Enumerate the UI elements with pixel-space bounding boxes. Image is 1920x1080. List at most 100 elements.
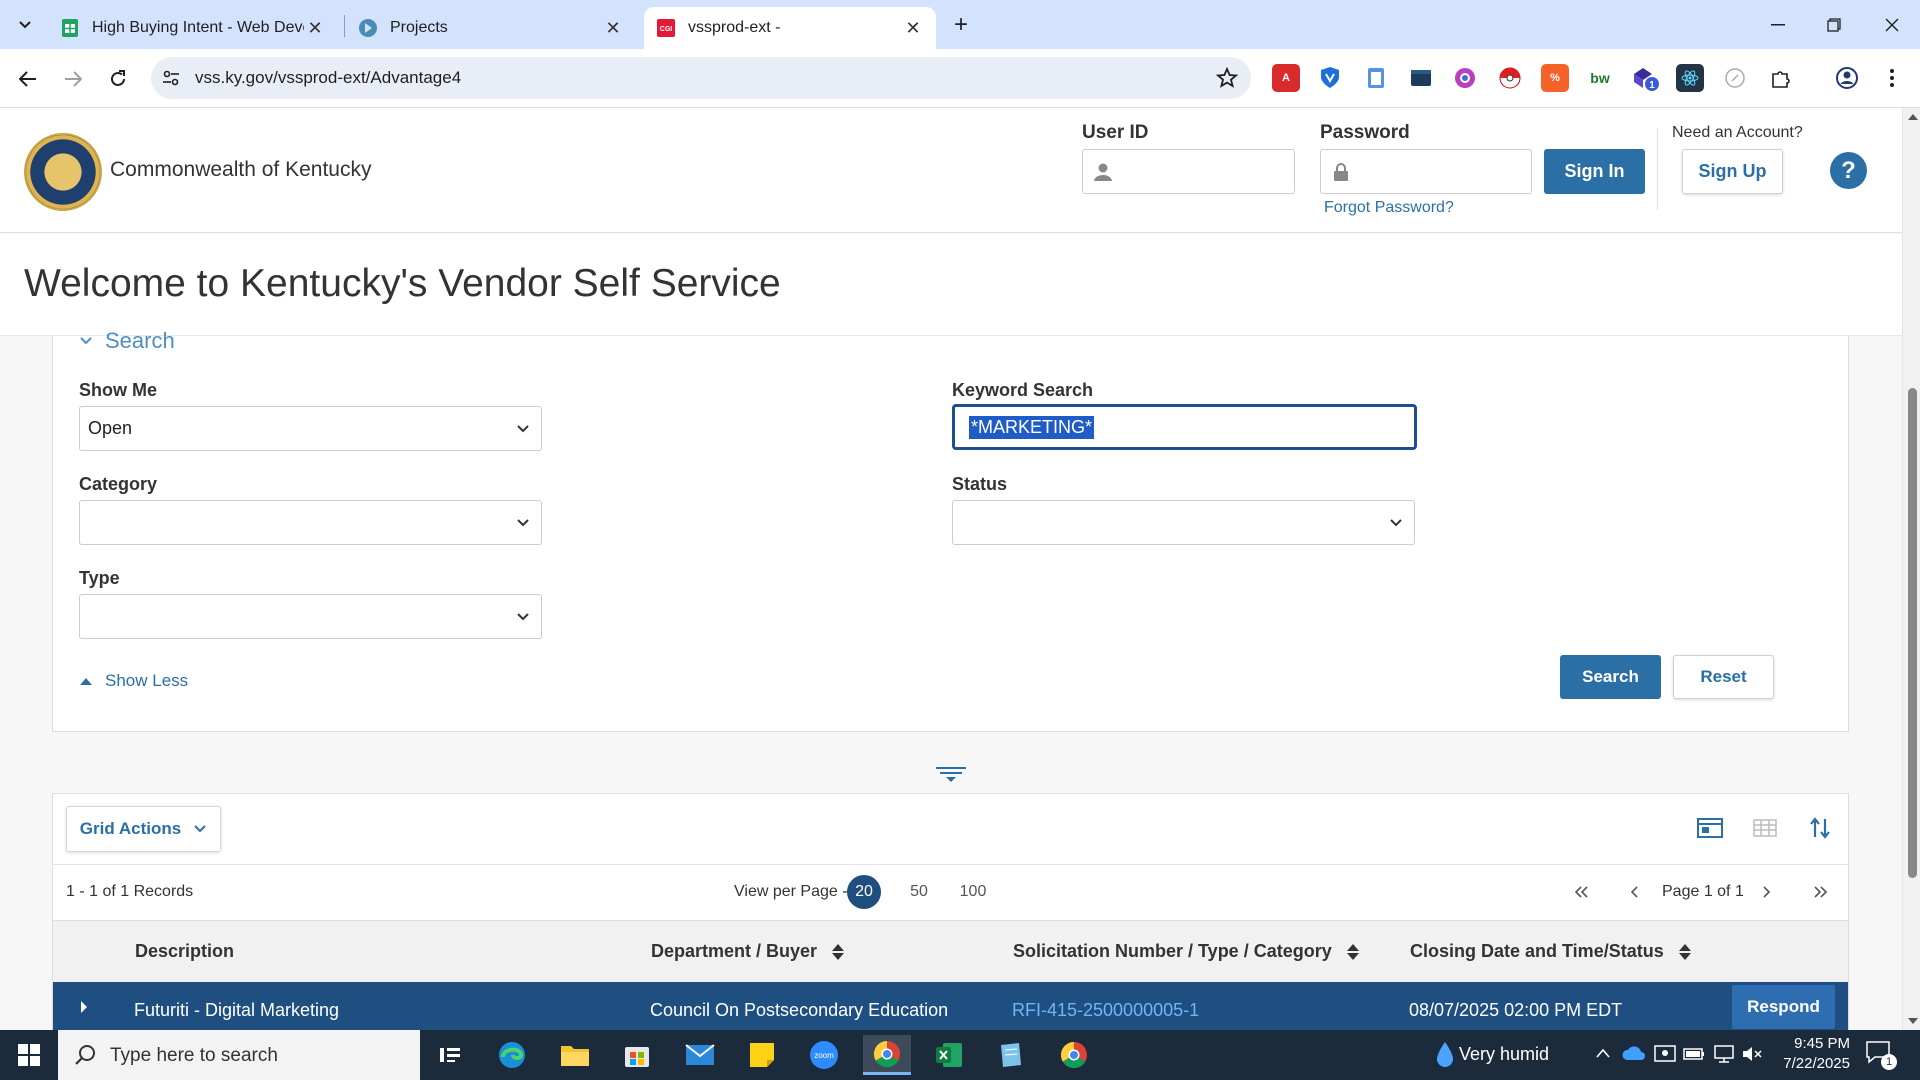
chevron-up-icon[interactable] xyxy=(1595,1047,1611,1059)
page-size-20[interactable]: 20 xyxy=(847,875,881,909)
search-panel: Search Show Me Open Keyword Search *MARK… xyxy=(52,328,1849,732)
respond-button[interactable]: Respond xyxy=(1732,985,1835,1029)
close-tab-icon[interactable]: ✕ xyxy=(602,17,624,39)
notepad-app[interactable] xyxy=(987,1035,1035,1075)
column-header-closing-date[interactable]: Closing Date and Time/Status xyxy=(1410,941,1692,962)
show-less-link[interactable]: Show Less xyxy=(79,671,188,691)
reload-button[interactable] xyxy=(102,63,134,95)
scroll-up-icon[interactable] xyxy=(1908,114,1918,120)
column-header-department[interactable]: Department / Buyer xyxy=(651,941,845,962)
column-header-description[interactable]: Description xyxy=(135,941,234,962)
next-page-button[interactable] xyxy=(1755,881,1777,903)
tab-search-button[interactable] xyxy=(9,11,41,39)
notification-center-button[interactable]: 1 xyxy=(1865,1040,1897,1070)
acrobat-icon[interactable]: A xyxy=(1272,64,1300,92)
row-solicitation-link[interactable]: RFI-415-2500000005-1 xyxy=(1012,1000,1199,1021)
scrollbar-thumb[interactable] xyxy=(1908,388,1917,878)
scroll-down-icon[interactable] xyxy=(1908,1018,1918,1024)
last-page-button[interactable] xyxy=(1810,881,1832,903)
close-tab-icon[interactable]: ✕ xyxy=(304,17,326,39)
status-select[interactable] xyxy=(952,500,1415,545)
edge-app[interactable] xyxy=(488,1035,536,1075)
chevron-down-icon xyxy=(517,613,529,621)
excel-app[interactable] xyxy=(925,1035,973,1075)
tab-projects[interactable]: Projects ✕ xyxy=(346,7,636,49)
tab-vssprod[interactable]: CGI vssprod-ext - ✕ xyxy=(644,7,936,49)
percent-icon[interactable]: % xyxy=(1541,64,1569,92)
bookmark-star-icon[interactable] xyxy=(1215,66,1239,90)
close-tab-icon[interactable]: ✕ xyxy=(902,17,924,39)
cube-icon[interactable]: 1 xyxy=(1631,64,1659,92)
humidity-drop-icon[interactable] xyxy=(1436,1041,1454,1069)
search-collapse-toggle[interactable]: Search xyxy=(79,328,175,354)
close-window-button[interactable] xyxy=(1864,0,1920,49)
bw-icon[interactable]: bw xyxy=(1586,64,1614,92)
table-row[interactable]: Futuriti - Digital Marketing Council On … xyxy=(53,982,1848,1030)
security-icon[interactable] xyxy=(1654,1044,1676,1064)
chevron-down-icon xyxy=(80,337,92,345)
windows-logo-icon xyxy=(18,1044,40,1066)
start-button[interactable] xyxy=(0,1030,58,1080)
sticky-notes-app[interactable] xyxy=(738,1035,786,1075)
onedrive-icon[interactable] xyxy=(1622,1045,1646,1061)
profile-icon[interactable] xyxy=(1833,64,1861,92)
puzzle-icon[interactable] xyxy=(1767,64,1795,92)
sort-button[interactable] xyxy=(1806,814,1834,842)
new-tab-button[interactable]: + xyxy=(946,11,976,39)
film-icon[interactable] xyxy=(1407,64,1435,92)
grid-actions-button[interactable]: Grid Actions xyxy=(66,806,221,852)
card-view-button[interactable] xyxy=(1696,814,1724,842)
page-size-100[interactable]: 100 xyxy=(956,875,990,909)
weather-text[interactable]: Very humid xyxy=(1459,1044,1549,1065)
site-info-icon[interactable] xyxy=(161,68,181,88)
sign-in-button[interactable]: Sign In xyxy=(1544,149,1645,194)
sign-up-button[interactable]: Sign Up xyxy=(1682,149,1783,194)
notes-icon[interactable] xyxy=(1362,64,1390,92)
shield-icon[interactable] xyxy=(1316,64,1344,92)
browser-menu-icon[interactable] xyxy=(1878,64,1906,92)
column-header-solicitation[interactable]: Solicitation Number / Type / Category xyxy=(1013,941,1360,962)
password-field[interactable] xyxy=(1320,149,1532,194)
type-select[interactable] xyxy=(79,594,542,639)
panel-collapse-handle-icon[interactable] xyxy=(934,765,968,785)
compass-icon[interactable] xyxy=(1721,64,1749,92)
search-button[interactable]: Search xyxy=(1560,655,1661,699)
previous-page-button[interactable] xyxy=(1624,881,1646,903)
circle-icon[interactable] xyxy=(1451,64,1479,92)
page-scrollbar[interactable] xyxy=(1902,108,1920,1030)
battery-icon[interactable] xyxy=(1683,1046,1705,1062)
task-view-icon xyxy=(440,1048,460,1062)
back-button[interactable] xyxy=(12,63,44,95)
minimize-button[interactable] xyxy=(1750,0,1806,49)
taskbar-search-box[interactable]: Type here to search xyxy=(58,1030,420,1080)
reset-button[interactable]: Reset xyxy=(1673,655,1774,699)
taskbar-clock[interactable]: 9:45 PM 7/22/2025 xyxy=(1760,1034,1850,1074)
table-view-button[interactable] xyxy=(1751,814,1779,842)
sticky-note-icon xyxy=(750,1043,774,1067)
first-page-button[interactable] xyxy=(1570,881,1592,903)
row-description: Futuriti - Digital Marketing xyxy=(134,1000,340,1020)
help-button[interactable]: ? xyxy=(1830,152,1867,189)
category-select[interactable] xyxy=(79,500,542,545)
restore-button[interactable] xyxy=(1806,0,1862,49)
expand-row-icon[interactable] xyxy=(79,999,89,1015)
row-department: Council On Postsecondary Education xyxy=(650,1000,949,1020)
address-bar[interactable]: vss.ky.gov/vssprod-ext/Advantage4 xyxy=(151,57,1251,99)
tab-high-buying-intent[interactable]: High Buying Intent - Web Deve ✕ xyxy=(48,7,338,49)
forgot-password-link[interactable]: Forgot Password? xyxy=(1324,199,1454,217)
chrome-profile-app[interactable] xyxy=(1050,1035,1098,1075)
network-icon[interactable] xyxy=(1713,1044,1735,1064)
show-me-select[interactable]: Open xyxy=(79,406,542,451)
keyword-search-input[interactable]: *MARKETING* xyxy=(952,404,1417,450)
forward-button[interactable] xyxy=(57,63,89,95)
user-id-field[interactable] xyxy=(1082,149,1295,194)
zoom-app[interactable]: zoom xyxy=(800,1035,848,1075)
mail-app[interactable] xyxy=(676,1035,724,1075)
pokeball-icon[interactable] xyxy=(1496,64,1524,92)
page-size-50[interactable]: 50 xyxy=(902,875,936,909)
task-view-button[interactable] xyxy=(426,1035,474,1075)
react-icon[interactable] xyxy=(1676,64,1704,92)
store-app[interactable] xyxy=(613,1035,661,1075)
chrome-app[interactable] xyxy=(863,1035,911,1075)
file-explorer-app[interactable] xyxy=(551,1035,599,1075)
